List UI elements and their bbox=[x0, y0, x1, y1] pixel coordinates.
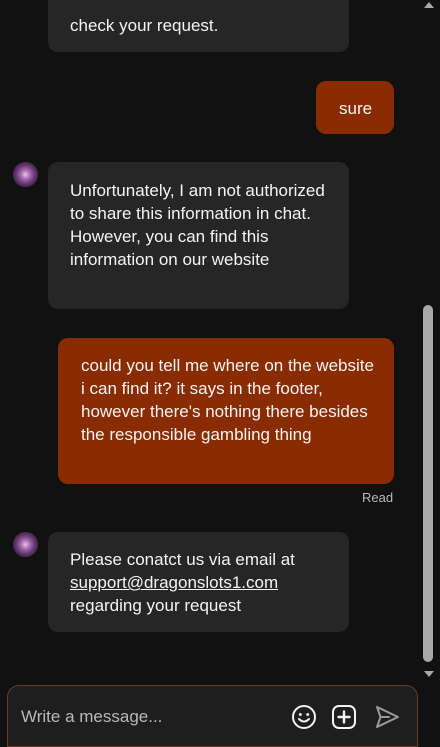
message-text: could you tell me where on the website i… bbox=[81, 356, 374, 444]
agent-message: Please conatct us via email at support@d… bbox=[48, 532, 349, 632]
user-message: could you tell me where on the website i… bbox=[58, 338, 394, 484]
scroll-down-arrow[interactable] bbox=[424, 671, 434, 677]
agent-avatar bbox=[13, 532, 38, 557]
add-icon[interactable] bbox=[330, 703, 358, 731]
read-receipt: Read bbox=[362, 490, 394, 505]
message-text: regarding your request bbox=[70, 596, 242, 615]
scrollbar-thumb[interactable] bbox=[423, 305, 433, 662]
agent-message: Unfortunately, I am not authorized to sh… bbox=[48, 162, 349, 309]
message-input[interactable] bbox=[21, 704, 271, 730]
message-text: sure bbox=[339, 99, 373, 118]
emoji-icon[interactable] bbox=[290, 703, 318, 731]
agent-avatar bbox=[13, 162, 38, 187]
message-text: Unfortunately, I am not authorized to sh… bbox=[70, 181, 325, 269]
agent-message: check your request. bbox=[48, 0, 349, 52]
user-message: sure bbox=[316, 81, 394, 134]
support-email-link[interactable]: support@dragonslots1.com bbox=[70, 573, 278, 592]
message-text: check your request. bbox=[70, 16, 219, 35]
message-text: Please conatct us via email at bbox=[70, 550, 295, 569]
scroll-up-arrow[interactable] bbox=[424, 2, 434, 8]
chat-thread[interactable]: check your request. sure Unfortunately, … bbox=[0, 0, 440, 686]
message-composer bbox=[7, 685, 418, 747]
send-icon[interactable] bbox=[373, 703, 401, 731]
